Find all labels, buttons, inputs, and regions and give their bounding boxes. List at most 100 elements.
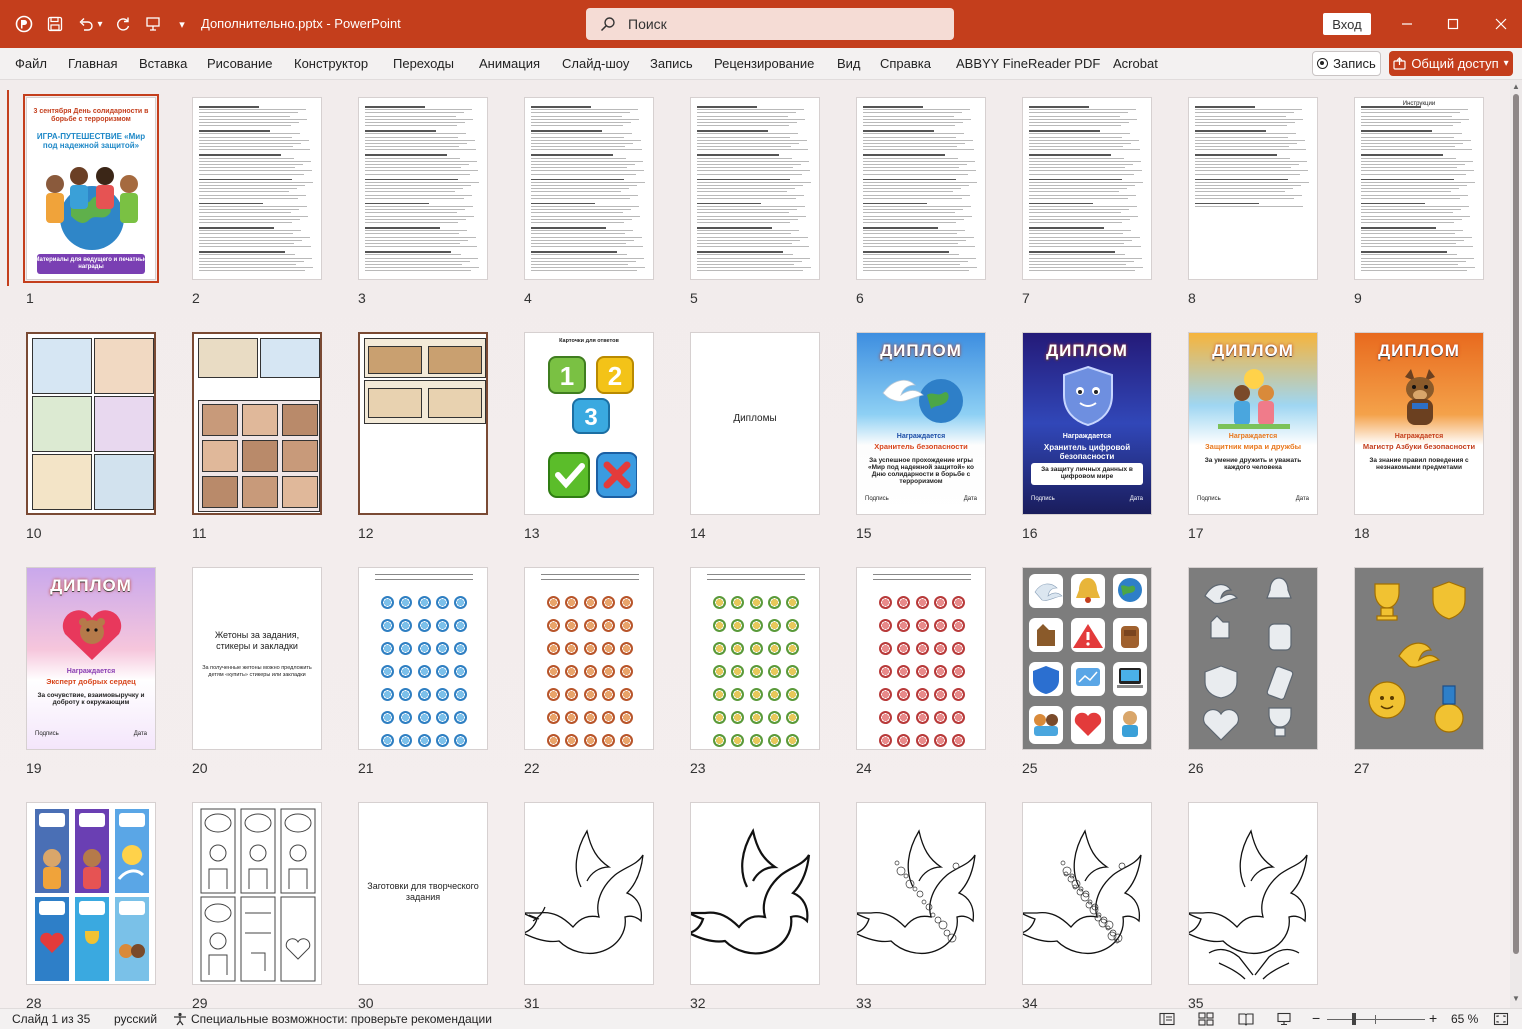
tab-record[interactable]: Запись xyxy=(650,56,693,71)
language-indicator[interactable]: русский xyxy=(114,1012,157,1026)
slide-thumbnail-31[interactable] xyxy=(524,802,654,985)
slide-thumbnail-5[interactable] xyxy=(690,97,820,280)
slide-thumbnail-6[interactable] xyxy=(856,97,986,280)
scroll-up-icon[interactable]: ▲ xyxy=(1512,82,1520,91)
text-line xyxy=(199,115,290,117)
customize-toolbar-icon[interactable]: ▾ xyxy=(170,12,194,36)
slide-show-view-icon[interactable] xyxy=(1276,1012,1292,1026)
tab-transitions[interactable]: Переходы xyxy=(393,56,454,71)
tab-insert[interactable]: Вставка xyxy=(139,56,187,71)
slide-thumbnail-10[interactable] xyxy=(26,332,156,515)
diploma-heading: ДИПЛОМ xyxy=(1378,341,1460,360)
slide-thumbnail-24[interactable] xyxy=(856,567,986,750)
tab-design[interactable]: Конструктор xyxy=(294,56,368,71)
slide-thumbnail-32[interactable] xyxy=(690,802,820,985)
zoom-in-icon[interactable]: + xyxy=(1429,1010,1437,1026)
slide-thumbnail-16[interactable]: ДИПЛОМ Награждается Хранитель цифровой б… xyxy=(1022,332,1152,515)
zoom-out-icon[interactable]: − xyxy=(1312,1010,1320,1026)
zoom-level[interactable]: 65 % xyxy=(1451,1012,1478,1026)
slide-thumbnail-18[interactable]: ДИПЛОМ Награждается Магистр Азбуки безоп… xyxy=(1354,332,1484,515)
reading-view-icon[interactable] xyxy=(1238,1012,1254,1026)
record-button[interactable]: Запись xyxy=(1312,51,1381,76)
slide-thumbnail-25[interactable] xyxy=(1022,567,1152,750)
slide-14-title: Дипломы xyxy=(733,413,777,424)
text-line xyxy=(531,154,613,156)
slide-thumbnail-4[interactable] xyxy=(524,97,654,280)
save-icon[interactable] xyxy=(43,12,67,36)
slide-thumbnail-7[interactable] xyxy=(1022,97,1152,280)
scrollbar-thumb[interactable] xyxy=(1513,94,1519,954)
shield-mascot-icon xyxy=(1063,365,1113,427)
slide-thumbnail-2[interactable] xyxy=(192,97,322,280)
text-line xyxy=(1029,254,1125,256)
minimize-icon[interactable] xyxy=(1395,12,1419,36)
slide-thumbnail-3[interactable] xyxy=(358,97,488,280)
tab-file[interactable]: Файл xyxy=(15,56,47,71)
text-line xyxy=(863,227,938,229)
slide-thumbnail-12[interactable] xyxy=(358,332,488,515)
close-icon[interactable] xyxy=(1489,12,1513,36)
present-from-start-icon[interactable] xyxy=(141,12,165,36)
slide-thumbnail-30[interactable]: Заготовки для творческого задания xyxy=(358,802,488,985)
slide-thumbnail-15[interactable]: ДИПЛОМ Награждается Хранитель безопаснос… xyxy=(856,332,986,515)
redo-icon[interactable] xyxy=(111,12,135,36)
zoom-slider-handle[interactable] xyxy=(1352,1013,1356,1025)
slide-thumbnail-13[interactable]: Карточки для ответов 1 2 3 xyxy=(524,332,654,515)
tab-review[interactable]: Рецензирование xyxy=(714,56,814,71)
slide-thumbnail-33[interactable] xyxy=(856,802,986,985)
share-icon xyxy=(1393,57,1406,70)
sign-in-button[interactable]: Вход xyxy=(1323,13,1371,35)
tab-slide-show[interactable]: Слайд-шоу xyxy=(562,56,629,71)
slide-thumbnail-22[interactable] xyxy=(524,567,654,750)
slide-thumbnail-27[interactable] xyxy=(1354,567,1484,750)
accessibility-status[interactable]: Специальные возможности: проверьте реком… xyxy=(191,1012,492,1026)
token xyxy=(879,619,892,632)
zoom-slider[interactable] xyxy=(1327,1019,1425,1020)
token-row xyxy=(879,596,965,610)
normal-view-icon[interactable] xyxy=(1159,1012,1175,1026)
token-row xyxy=(713,619,799,633)
ornament-swirl xyxy=(925,903,933,911)
undo-dropdown-icon[interactable]: ▾ xyxy=(93,12,107,36)
tab-acrobat[interactable]: Acrobat xyxy=(1113,56,1158,71)
tab-abbyy[interactable]: ABBYY FineReader PDF xyxy=(956,56,1100,71)
slide-thumbnail-8[interactable] xyxy=(1188,97,1318,280)
slide-thumbnail-29[interactable] xyxy=(192,802,322,985)
slide-thumbnail-20[interactable]: Жетоны за задания, стикеры и закладки За… xyxy=(192,567,322,750)
text-line xyxy=(1195,188,1293,190)
vertical-scrollbar[interactable]: ▲ ▼ xyxy=(1510,80,1522,1008)
share-button[interactable]: Общий доступ ▾ xyxy=(1389,51,1513,76)
token-row xyxy=(381,734,467,748)
text-line xyxy=(863,154,945,156)
slide-thumbnail-1[interactable]: 3 сентября День солидарности в борьбе с … xyxy=(23,94,159,283)
accessibility-icon[interactable] xyxy=(172,1012,188,1026)
slide-thumbnail-19[interactable]: ДИПЛОМ Награждается Эксперт добрых серде… xyxy=(26,567,156,750)
slide-thumbnail-14[interactable]: Дипломы xyxy=(690,332,820,515)
slide-thumbnail-28[interactable] xyxy=(26,802,156,985)
text-line xyxy=(863,160,975,162)
tab-home[interactable]: Главная xyxy=(68,56,117,71)
slide-thumbnail-11[interactable] xyxy=(192,332,322,515)
tab-draw[interactable]: Рисование xyxy=(207,56,272,71)
slide-1-footer: Материалы для ведущего и печатные наград… xyxy=(34,257,148,270)
text-line xyxy=(863,233,957,235)
tab-help[interactable]: Справка xyxy=(880,56,931,71)
slide-thumbnail-17[interactable]: ДИПЛОМ Награждается Защитник мира и друж… xyxy=(1188,332,1318,515)
maximize-icon[interactable] xyxy=(1441,12,1465,36)
slide-thumbnail-35[interactable] xyxy=(1188,802,1318,985)
slide-thumbnail-34[interactable] xyxy=(1022,802,1152,985)
search-input[interactable]: Поиск xyxy=(586,8,954,40)
token xyxy=(786,619,799,632)
tab-view[interactable]: Вид xyxy=(837,56,861,71)
slide-thumbnail-9[interactable]: Инструкции xyxy=(1354,97,1484,280)
slide-thumbnail-26[interactable] xyxy=(1188,567,1318,750)
slide-number: 3 xyxy=(358,290,366,306)
fit-to-window-icon[interactable] xyxy=(1493,1012,1509,1026)
text-line xyxy=(1195,130,1266,132)
ornament-swirl xyxy=(916,890,924,898)
slide-sorter-view-icon[interactable] xyxy=(1198,1012,1214,1026)
slide-thumbnail-21[interactable] xyxy=(358,567,488,750)
tab-animations[interactable]: Анимация xyxy=(479,56,540,71)
scroll-down-icon[interactable]: ▼ xyxy=(1512,994,1520,1003)
slide-thumbnail-23[interactable] xyxy=(690,567,820,750)
